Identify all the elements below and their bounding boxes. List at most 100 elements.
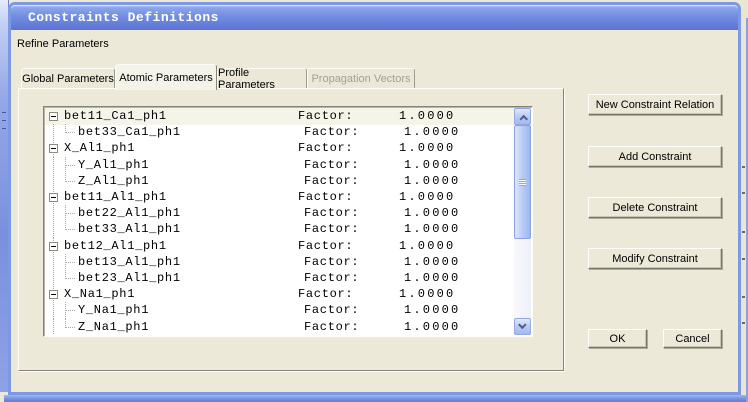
- row-value: 1.0000: [404, 319, 461, 334]
- delete-constraint-button[interactable]: Delete Constraint: [588, 197, 722, 218]
- tree-connector: [66, 261, 75, 263]
- tree-connector: [66, 164, 75, 166]
- row-label: Z_Al1_ph1: [78, 173, 150, 188]
- tab-strip: Global Parameters Atomic Parameters Prof…: [21, 64, 415, 91]
- tab-atomic-parameters[interactable]: Atomic Parameters: [115, 64, 217, 90]
- cancel-button[interactable]: Cancel: [663, 329, 722, 348]
- tree-row[interactable]: bet33_Ca1_ph1 Factor: 1.0000: [45, 124, 514, 142]
- row-factor-label: Factor:: [304, 271, 360, 285]
- title-bar[interactable]: Constraints Definitions: [11, 5, 738, 30]
- tree-line: [53, 172, 54, 190]
- tree-line: [53, 302, 54, 320]
- scroll-up-button[interactable]: [514, 108, 531, 125]
- background-text-fragment: [742, 231, 745, 233]
- screen: Constraints Definitions Refine Parameter…: [0, 0, 748, 402]
- tab-profile-parameters[interactable]: Profile Parameters: [217, 67, 307, 91]
- row-label: Z_Na1_ph1: [78, 319, 150, 334]
- new-constraint-relation-button[interactable]: New Constraint Relation: [588, 94, 722, 115]
- scrollbar-thumb[interactable]: [514, 125, 531, 239]
- constraint-rows: bet11_Ca1_ph1 Factor: 1.0000 bet33_Ca1_p…: [45, 108, 514, 335]
- row-factor-label: Factor:: [298, 109, 354, 123]
- row-label: bet13_Al1_ph1: [78, 254, 181, 269]
- row-label: Y_Al1_ph1: [78, 157, 150, 172]
- row-factor-label: Factor:: [304, 206, 360, 221]
- ok-button[interactable]: OK: [588, 329, 647, 348]
- tree-row[interactable]: bet13_Al1_ph1 Factor: 1.0000: [45, 253, 514, 271]
- row-label: X_Al1_ph1: [64, 141, 136, 156]
- add-constraint-button[interactable]: Add Constraint: [588, 146, 722, 167]
- tree-row[interactable]: Y_Na1_ph1 Factor: 1.0000: [45, 302, 514, 320]
- row-label: bet11_Al1_ph1: [64, 190, 167, 204]
- scroll-down-button[interactable]: [514, 318, 531, 335]
- row-value: 1.0000: [399, 141, 456, 156]
- constraints-tree-list[interactable]: bet11_Ca1_ph1 Factor: 1.0000 bet33_Ca1_p…: [43, 106, 533, 337]
- tree-line: [53, 318, 54, 335]
- tree-row[interactable]: Z_Na1_ph1 Factor: 1.0000: [45, 318, 514, 335]
- scrollbar-grip-icon: [519, 179, 526, 186]
- tree-row[interactable]: X_Na1_ph1 Factor: 1.0000: [45, 286, 514, 304]
- tree-row[interactable]: Z_Al1_ph1 Factor: 1.0000: [45, 172, 514, 190]
- constraints-definitions-dialog: Constraints Definitions Refine Parameter…: [8, 2, 741, 395]
- row-value: 1.0000: [404, 157, 461, 172]
- row-factor-label: Factor:: [304, 303, 360, 318]
- row-value: 1.0000: [404, 254, 461, 269]
- tree-row[interactable]: bet11_Al1_ph1 Factor: 1.0000: [45, 189, 514, 206]
- tree-row[interactable]: Y_Al1_ph1 Factor: 1.0000: [45, 156, 514, 174]
- background-window-bottom-border: [4, 395, 748, 402]
- dialog-client-area: Refine Parameters Global Parameters Atom…: [11, 30, 738, 392]
- background-text-fragment: [742, 192, 745, 194]
- collapse-minus-icon[interactable]: [49, 112, 58, 121]
- tree-line: [53, 156, 54, 174]
- background-text-fragment: [742, 322, 745, 324]
- tab-global-parameters[interactable]: Global Parameters: [21, 68, 115, 88]
- tree-connector: [66, 132, 75, 134]
- row-factor-label: Factor:: [304, 157, 360, 172]
- tree-connector: [66, 310, 75, 312]
- tree-row[interactable]: bet23_Al1_ph1 Factor: 1.0000: [45, 270, 514, 287]
- background-text-fragment: [742, 258, 745, 260]
- chevron-up-icon: [518, 114, 528, 123]
- tree-connector: [66, 180, 75, 182]
- row-factor-label: Factor:: [304, 125, 360, 140]
- row-value: 1.0000: [404, 271, 461, 285]
- background-text-fragment: [742, 166, 745, 168]
- row-label: bet22_Al1_ph1: [78, 206, 181, 221]
- row-value: 1.0000: [404, 303, 461, 318]
- row-value: 1.0000: [399, 109, 456, 123]
- chevron-down-icon: [517, 320, 527, 329]
- row-factor-label: Factor:: [298, 238, 354, 253]
- refine-parameters-label: Refine Parameters: [17, 38, 109, 50]
- tree-connector: [66, 229, 75, 231]
- row-value: 1.0000: [404, 125, 461, 140]
- collapse-minus-icon[interactable]: [49, 241, 58, 251]
- row-factor-label: Factor:: [298, 287, 354, 302]
- tree-row[interactable]: bet22_Al1_ph1 Factor: 1.0000: [45, 205, 514, 223]
- row-label: bet33_Al1_ph1: [78, 222, 181, 237]
- collapse-minus-icon[interactable]: [49, 290, 58, 300]
- collapse-minus-icon[interactable]: [49, 144, 58, 154]
- modify-constraint-button[interactable]: Modify Constraint: [588, 248, 722, 269]
- row-label: bet12_Al1_ph1: [64, 238, 167, 253]
- row-label: bet23_Al1_ph1: [78, 271, 181, 285]
- tree-connector: [66, 326, 75, 328]
- tree-row[interactable]: X_Al1_ph1 Factor: 1.0000: [45, 140, 514, 158]
- row-factor-label: Factor:: [298, 141, 354, 156]
- row-value: 1.0000: [404, 173, 461, 188]
- tree-row[interactable]: bet12_Al1_ph1 Factor: 1.0000: [45, 237, 514, 255]
- tree-line: [53, 221, 54, 239]
- tree-row[interactable]: bet33_Al1_ph1 Factor: 1.0000: [45, 221, 514, 239]
- tab-propagation-vectors: Propagation Vectors: [307, 68, 415, 88]
- window-title: Constraints Definitions: [28, 10, 219, 25]
- row-value: 1.0000: [399, 238, 456, 253]
- tree-row[interactable]: bet11_Ca1_ph1 Factor: 1.0000: [45, 108, 514, 125]
- tree-line: [53, 124, 54, 142]
- row-value: 1.0000: [404, 206, 461, 221]
- row-factor-label: Factor:: [304, 319, 360, 334]
- row-factor-label: Factor:: [298, 190, 354, 204]
- row-factor-label: Factor:: [304, 222, 360, 237]
- row-label: bet33_Ca1_ph1: [78, 125, 181, 140]
- row-value: 1.0000: [399, 190, 456, 204]
- vertical-scrollbar[interactable]: [514, 108, 531, 335]
- row-value: 1.0000: [399, 287, 456, 302]
- collapse-minus-icon[interactable]: [49, 193, 58, 202]
